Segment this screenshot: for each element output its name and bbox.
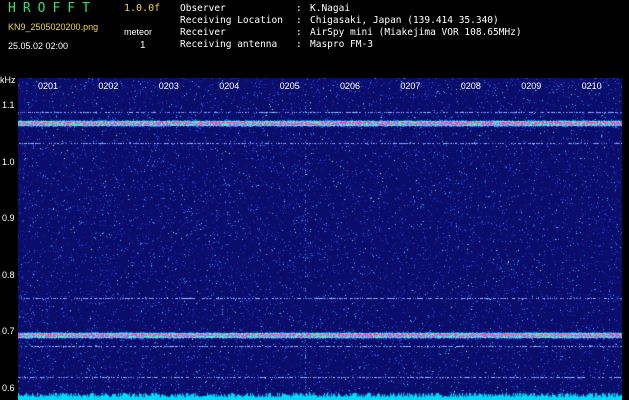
- station-info: Observer: K.Nagai Receiving Location: Ch…: [180, 3, 522, 51]
- info-row-observer: Observer: K.Nagai: [180, 3, 522, 15]
- info-colon: :: [296, 3, 308, 14]
- info-key: Observer: [180, 3, 226, 14]
- info-row-receiver: Receiver: AirSpy mini (Miakejima VOR 108…: [180, 27, 522, 39]
- x-tick-label: 0206: [340, 81, 361, 91]
- info-value: Chigasaki, Japan (139.414 35.340): [310, 15, 499, 26]
- x-tick-label: 0204: [219, 81, 240, 91]
- file-name: KN9_2505020200.png: [8, 22, 99, 32]
- info-colon: :: [296, 15, 308, 26]
- meteor-label: meteor: [124, 27, 153, 37]
- x-tick-label: 0210: [581, 81, 602, 91]
- app-version: 1.0.0f: [124, 3, 161, 14]
- y-tick-label: 0.9: [2, 213, 15, 224]
- x-tick-label: 0207: [400, 81, 421, 91]
- info-value: AirSpy mini (Miakejima VOR 108.65MHz): [310, 27, 522, 38]
- app-title: HROFFT: [8, 1, 97, 16]
- y-tick-label: 1.1: [2, 100, 15, 111]
- info-value: Maspro FM-3: [310, 39, 373, 50]
- y-tick-label: 0.7: [2, 326, 15, 337]
- spectrogram-canvas: [18, 78, 622, 400]
- info-colon: :: [296, 27, 308, 38]
- x-tick-label: 0201: [38, 81, 59, 91]
- x-tick-label: 0205: [279, 81, 300, 91]
- y-tick-label: 0.6: [2, 382, 15, 393]
- timestamp: 25.05.02 02:00: [8, 41, 69, 51]
- y-tick-label: 0.8: [2, 269, 15, 280]
- info-value: K.Nagai: [310, 3, 351, 14]
- x-tick-label: 0203: [158, 81, 179, 91]
- y-axis-unit: kHz: [0, 75, 16, 85]
- x-tick-label: 0202: [98, 81, 119, 91]
- info-key: Receiver: [180, 27, 226, 38]
- info-colon: :: [296, 39, 308, 50]
- info-row-location: Receiving Location: Chigasaki, Japan (13…: [180, 15, 522, 27]
- x-tick-label: 0208: [460, 81, 481, 91]
- x-tick-label: 0209: [521, 81, 542, 91]
- info-key: Receiving antenna: [180, 39, 278, 50]
- y-tick-label: 1.0: [2, 156, 15, 167]
- header-panel: HROFFT 1.0.0f KN9_2505020200.png meteor …: [0, 0, 629, 75]
- meteor-count: 1: [140, 40, 146, 51]
- info-key: Receiving Location: [180, 15, 283, 26]
- info-row-antenna: Receiving antenna: Maspro FM-3: [180, 39, 522, 51]
